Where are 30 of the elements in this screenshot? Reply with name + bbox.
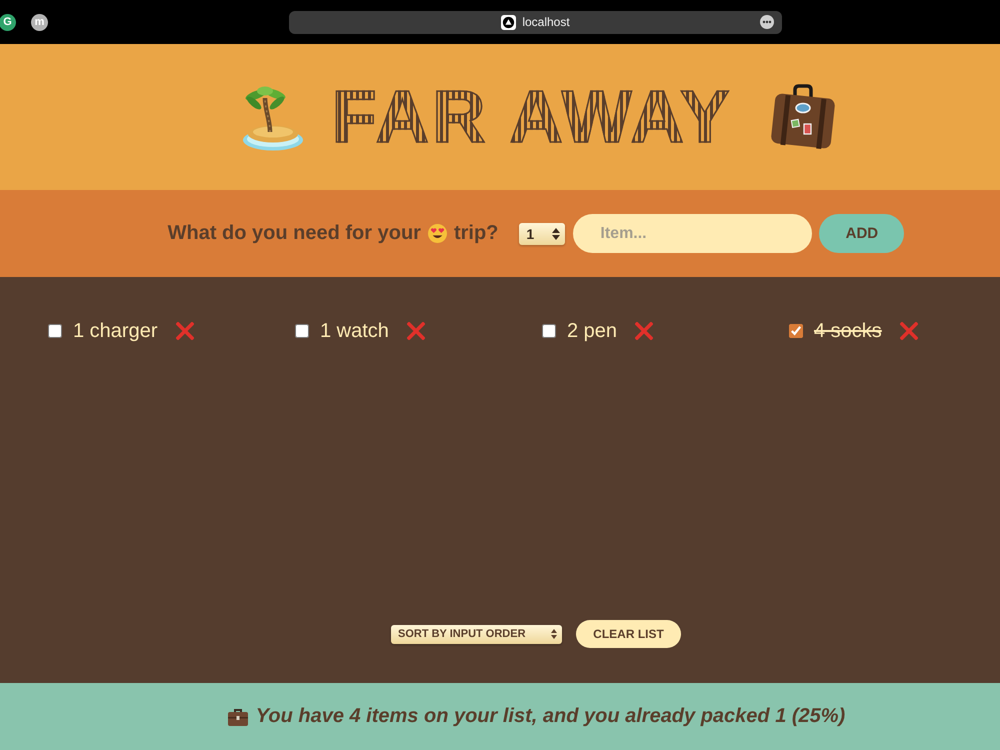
address-text: localhost xyxy=(522,15,570,29)
suitcase-icon xyxy=(769,84,836,150)
up-down-arrows-icon xyxy=(552,228,560,240)
packed-checkbox[interactable] xyxy=(295,324,309,338)
site-logo-icon xyxy=(501,14,516,30)
question-text: trip? xyxy=(454,222,498,245)
item-text: 1 watch xyxy=(320,320,389,342)
item-text: 2 pen xyxy=(567,320,618,342)
delete-cross-icon[interactable] xyxy=(176,322,194,340)
briefcase-icon xyxy=(228,708,248,726)
delete-cross-icon[interactable] xyxy=(635,322,654,340)
delete-cross-icon[interactable] xyxy=(900,322,918,340)
quantity-select[interactable]: 1 xyxy=(519,222,566,244)
add-button[interactable]: ADD xyxy=(819,214,904,253)
packed-checkbox[interactable] xyxy=(789,324,803,338)
palm-island-icon xyxy=(242,84,303,150)
more-icon[interactable] xyxy=(760,15,774,29)
address-bar[interactable]: localhost xyxy=(289,10,782,34)
packed-checkbox[interactable] xyxy=(48,324,62,338)
item-text: 4 socks xyxy=(814,320,882,342)
clear-list-button[interactable]: CLEAR LIST xyxy=(576,620,681,648)
stats-text: You have 4 items on your list, and you already packed 1 (25%) xyxy=(256,705,846,728)
up-down-arrows-icon xyxy=(551,629,557,639)
item-input[interactable]: Item... xyxy=(573,214,812,253)
heart-eyes-face-icon xyxy=(428,224,447,243)
question-text: What do you need for your xyxy=(168,222,421,245)
packed-checkbox[interactable] xyxy=(542,324,556,338)
delete-cross-icon[interactable] xyxy=(406,322,425,340)
item-text: 1 charger xyxy=(73,320,158,342)
sort-select[interactable]: SORT BY INPUT ORDER xyxy=(391,624,562,644)
